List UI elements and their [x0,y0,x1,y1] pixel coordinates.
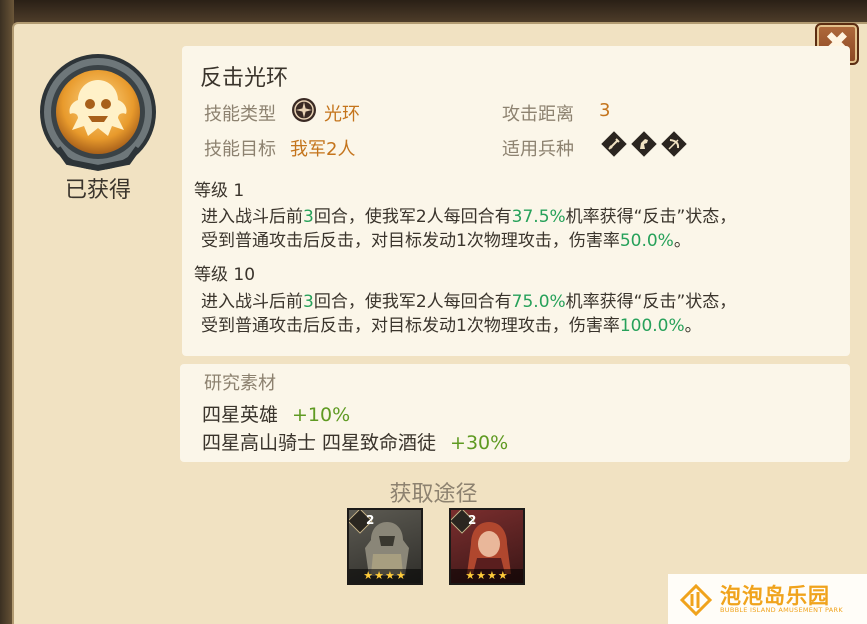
attack-range-value: 3 [599,100,611,121]
research-item: 四星英雄 +10% [202,404,351,426]
watermark-logo: 泡泡岛乐园 BUBBLE ISLAND AMUSEMENT PARK [668,574,867,624]
skill-target-label: 技能目标 [204,139,276,160]
hero-badge-number: 2 [366,513,375,527]
skill-type-value: 光环 [324,104,360,125]
skill-type-label: 技能类型 [204,104,276,125]
watermark-logo-icon [679,583,713,617]
hero-badge-number: 2 [468,513,477,527]
level-description-line: 受到普通攻击后反击，对目标发动1次物理攻击，伤害率100.0%。 [201,316,702,336]
bow-icon [661,131,687,157]
skill-target-value: 我军2人 [290,139,356,160]
aura-icon [292,98,316,122]
level-description-line: 受到普通攻击后反击，对目标发动1次物理攻击，伤害率50.0%。 [201,231,691,251]
hero-stars: ★★★★ [349,569,421,583]
hero-card[interactable]: 2 ★★★★ [347,508,423,585]
hero-card[interactable]: 2 ★★★★ [449,508,525,585]
attack-range-label: 攻击距离 [502,104,574,125]
acquired-status: 已获得 [64,178,131,203]
troop-type-label: 适用兵种 [502,139,574,160]
level-description-line: 进入战斗后前3回合，使我军2人每回合有37.5%机率获得“反击”状态， [201,207,737,227]
level-label: 等级 1 [194,181,245,201]
skill-name: 反击光环 [200,66,289,91]
watermark-subtitle: BUBBLE ISLAND AMUSEMENT PARK [720,606,843,614]
research-item: 四星高山骑士 四星致命酒徒 +30% [202,432,509,454]
hero-stars: ★★★★ [451,569,523,583]
skill-emblem-icon [40,54,156,172]
level-label: 等级 10 [194,265,256,285]
source-title: 获取途径 [389,482,478,507]
research-title: 研究素材 [204,373,276,394]
horse-icon [631,131,657,157]
level-description-line: 进入战斗后前3回合，使我军2人每回合有75.0%机率获得“反击”状态， [201,292,737,312]
sword-icon [601,131,627,157]
